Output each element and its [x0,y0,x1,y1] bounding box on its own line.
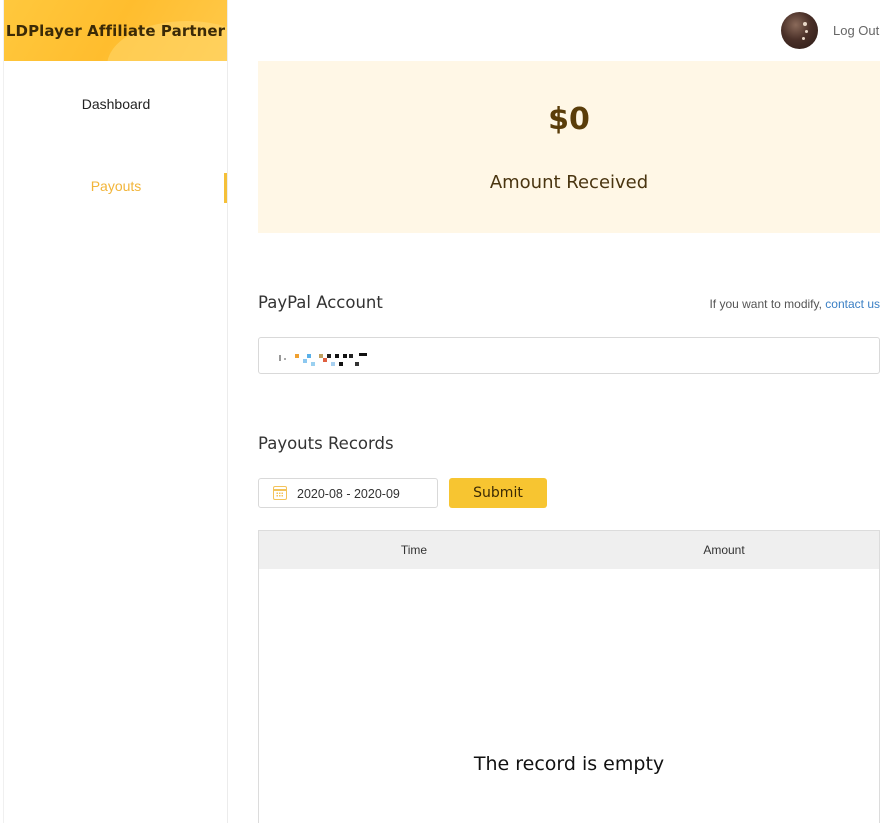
calendar-icon [273,486,287,500]
modify-note: If you want to modify, contact us [709,297,880,311]
amount-label: Amount Received [489,172,649,193]
brand-title: LDPlayer Affiliate Partner [5,21,226,40]
paypal-account-field[interactable] [258,337,880,374]
sidebar: LDPlayer Affiliate Partner Dashboard Pay… [3,0,228,823]
date-range-picker[interactable]: 2020-08 - 2020-09 [258,478,438,508]
sidebar-item-payouts[interactable]: Payouts [4,178,228,194]
contact-us-link[interactable]: contact us [825,297,880,311]
column-header-time[interactable]: Time [259,543,569,557]
logout-link[interactable]: Log Out [833,23,879,38]
payouts-page: LDPlayer Affiliate Partner Dashboard Pay… [0,0,884,823]
submit-button[interactable]: Submit [449,478,547,508]
column-header-amount[interactable]: Amount [569,543,879,557]
paypal-section-title: PayPal Account [258,293,383,312]
active-nav-indicator [224,173,227,203]
date-range-value: 2020-08 - 2020-09 [297,487,400,501]
table-header: Time Amount [259,531,879,569]
brand-header: LDPlayer Affiliate Partner [4,0,227,61]
empty-records-message: The record is empty [473,753,665,775]
amount-received-card [258,61,880,233]
masked-account-value [279,350,389,366]
amount-value: $0 [548,102,590,137]
sidebar-item-dashboard[interactable]: Dashboard [4,96,228,112]
payouts-records-title: Payouts Records [258,434,394,453]
payouts-table: Time Amount The record is empty [258,530,880,823]
avatar[interactable] [781,12,818,49]
modify-note-text: If you want to modify, [709,297,822,311]
